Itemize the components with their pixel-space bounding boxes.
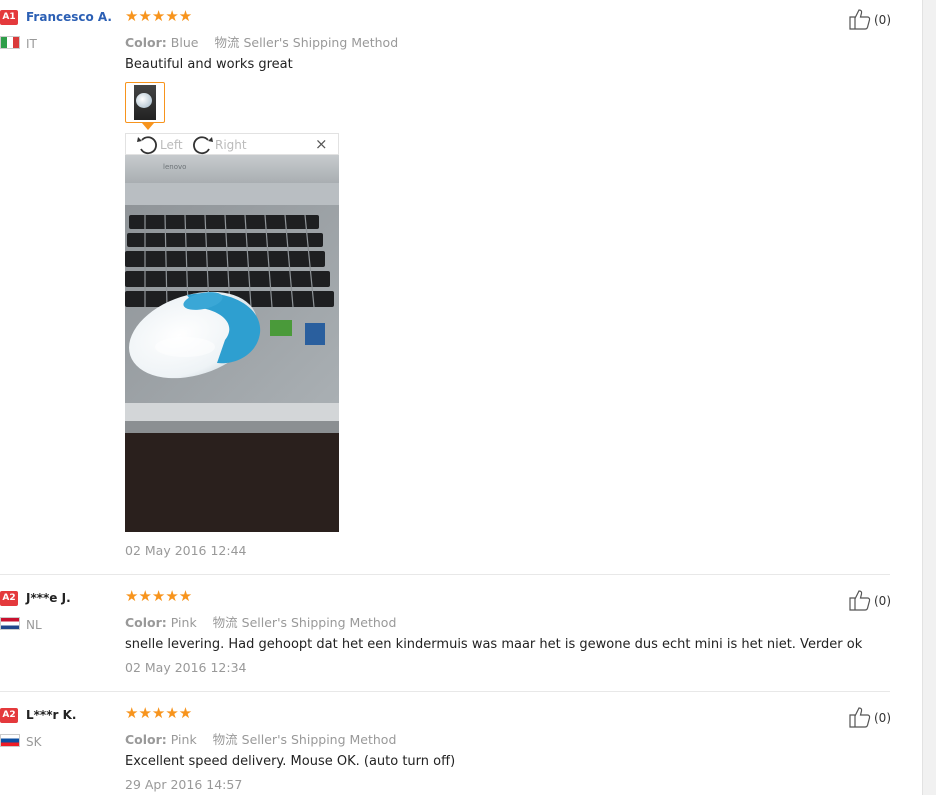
review-text: snelle levering. Had gehoopt dat het een… [125,637,863,652]
review-date: 02 May 2016 12:34 [125,660,247,675]
helpful-count: (0) [874,594,891,608]
review-photo-thumbnail[interactable] [125,82,165,123]
review-date: 29 Apr 2016 14:57 [125,777,243,792]
buyer-level-badge: A1 [0,10,18,25]
color-label: Color: [125,732,167,747]
thumbs-up-icon [849,707,871,728]
color-value: Pink [170,615,197,630]
flag-icon [0,617,20,630]
rotate-right-label: Right [215,138,247,152]
review-item: A1 Francesco A. IT ★★★★★ (0) Color: Blue… [0,0,891,575]
helpful-count: (0) [874,711,891,725]
close-icon[interactable]: × [315,135,328,153]
star-rating: ★★★★★ [125,704,193,722]
color-value: Pink [170,732,197,747]
color-label: Color: [125,35,167,50]
rotate-left-button[interactable]: Left [136,135,196,155]
review-meta: Color: Blue 物流 Seller's Shipping Method [125,32,398,51]
star-rating: ★★★★★ [125,7,193,25]
logistics-label: 物流 [214,35,240,50]
reviewer-name[interactable]: L***r K. [26,708,76,722]
page-scrollbar[interactable] [922,0,936,795]
reviewer-country: SK [26,735,42,749]
review-item: A2 L***r K. SK ★★★★★ (0) Color: Pink 物流 … [0,692,891,795]
review-text: Beautiful and works great [125,57,293,72]
logistics-label: 物流 [212,732,238,747]
reviewer-country: NL [26,618,42,632]
helpful-button[interactable]: (0) [848,589,898,611]
color-label: Color: [125,615,167,630]
color-value: Blue [170,35,199,50]
reviewer-name[interactable]: J***e J. [26,591,71,605]
rotate-left-icon [137,136,157,155]
review-item: A2 J***e J. NL ★★★★★ (0) Color: Pink 物流 … [0,575,891,692]
buyer-level-badge: A2 [0,708,18,723]
review-date: 02 May 2016 12:44 [125,543,247,558]
helpful-count: (0) [874,13,891,27]
photo-viewer-toolbar: Left Right × [125,133,339,155]
reviewer-country: IT [26,37,37,51]
flag-icon [0,36,20,49]
rotate-right-button[interactable]: Right [192,135,262,155]
logistics-value: Seller's Shipping Method [241,732,397,747]
reviewer-name[interactable]: Francesco A. [26,10,112,24]
logistics-value: Seller's Shipping Method [243,35,399,50]
review-photo: lenovo [125,155,339,532]
logistics-value: Seller's Shipping Method [241,615,397,630]
review-meta: Color: Pink 物流 Seller's Shipping Method [125,612,396,631]
thumbs-up-icon [849,9,871,30]
flag-icon [0,734,20,747]
helpful-button[interactable]: (0) [848,706,898,728]
review-text: Excellent speed delivery. Mouse OK. (aut… [125,754,456,769]
thumbs-up-icon [849,590,871,611]
laptop-brand-text: lenovo [163,163,186,171]
buyer-level-badge: A2 [0,591,18,606]
helpful-button[interactable]: (0) [848,8,898,30]
logistics-label: 物流 [212,615,238,630]
star-rating: ★★★★★ [125,587,193,605]
thumbnail-pointer [142,123,154,130]
rotate-right-icon [193,136,213,155]
review-meta: Color: Pink 物流 Seller's Shipping Method [125,729,396,748]
rotate-left-label: Left [160,138,183,152]
